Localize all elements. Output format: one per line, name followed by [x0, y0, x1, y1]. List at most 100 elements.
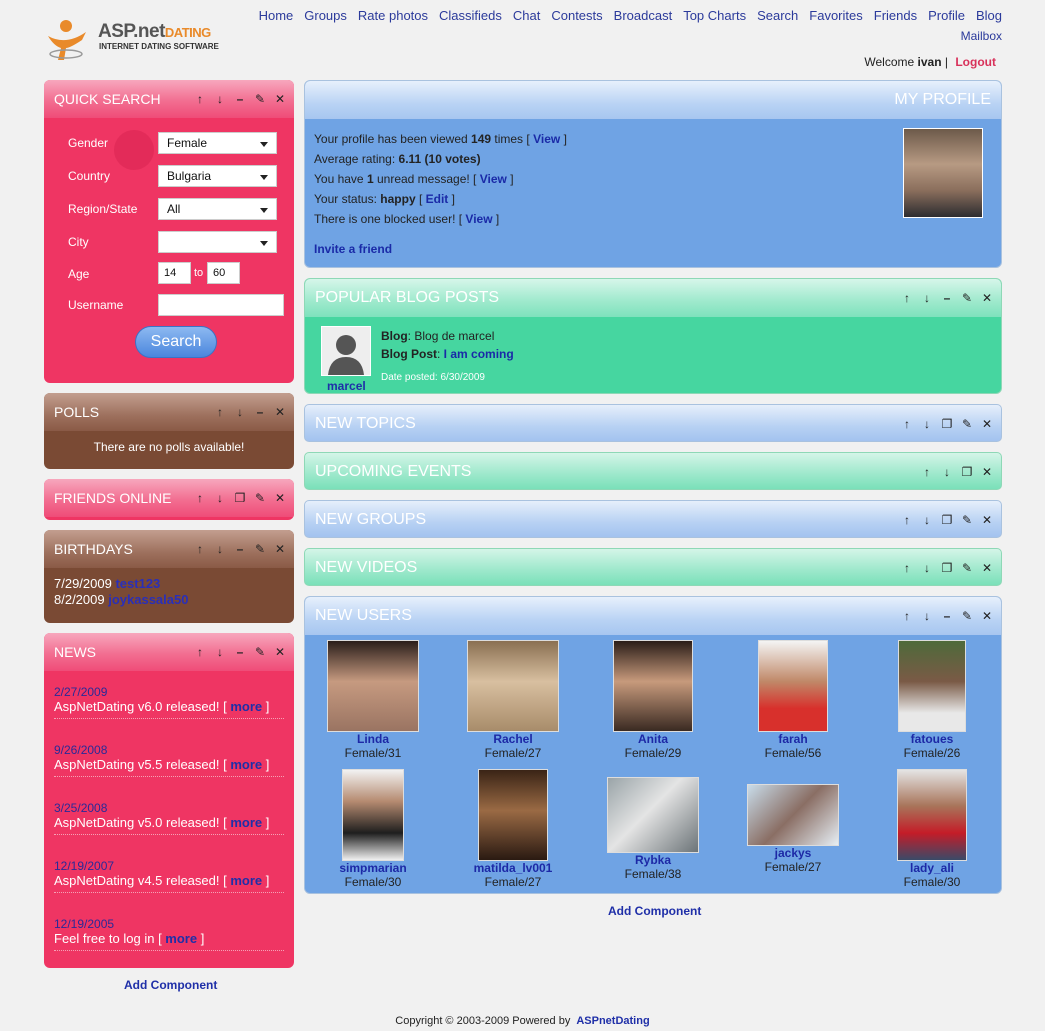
edit-icon[interactable]: ✎ — [252, 91, 268, 107]
move-up-icon[interactable]: ↑ — [919, 464, 935, 480]
close-icon[interactable]: ✕ — [272, 91, 288, 107]
nav-chat[interactable]: Chat — [513, 8, 540, 23]
user-name[interactable]: jackys — [733, 846, 853, 860]
user-name[interactable]: Rybka — [593, 853, 713, 867]
nav-groups[interactable]: Groups — [304, 8, 347, 23]
close-icon[interactable]: ✕ — [272, 490, 288, 506]
nav-contests[interactable]: Contests — [551, 8, 602, 23]
nav-favorites[interactable]: Favorites — [809, 8, 862, 23]
region-select[interactable]: All — [158, 198, 277, 220]
age-from-input[interactable]: 14 — [158, 262, 191, 284]
close-icon[interactable]: ✕ — [979, 464, 995, 480]
move-up-icon[interactable]: ↑ — [899, 560, 915, 576]
news-more-link[interactable]: more — [230, 757, 262, 772]
user-photo[interactable] — [758, 640, 828, 732]
user-card[interactable]: Rachel Female/27 — [453, 640, 573, 760]
username-input[interactable] — [158, 294, 284, 316]
nav-broadcast[interactable]: Broadcast — [614, 8, 673, 23]
close-icon[interactable]: ✕ — [272, 541, 288, 557]
blog-author-link[interactable]: marcel — [327, 379, 366, 393]
user-photo[interactable] — [607, 777, 699, 853]
nav-classifieds[interactable]: Classifieds — [439, 8, 502, 23]
restore-icon[interactable]: ❐ — [939, 512, 955, 528]
nav-rate-photos[interactable]: Rate photos — [358, 8, 428, 23]
user-photo[interactable] — [478, 769, 548, 861]
user-photo[interactable] — [747, 784, 839, 846]
age-to-input[interactable]: 60 — [207, 262, 240, 284]
news-more-link[interactable]: more — [230, 815, 262, 830]
blocked-view-link[interactable]: View — [465, 212, 492, 226]
edit-icon[interactable]: ✎ — [252, 490, 268, 506]
close-icon[interactable]: ✕ — [979, 608, 995, 624]
nav-search[interactable]: Search — [757, 8, 798, 23]
minimize-icon[interactable]: – — [939, 290, 955, 306]
user-name[interactable]: Rachel — [453, 732, 573, 746]
nav-mailbox[interactable]: Mailbox — [961, 29, 1002, 43]
user-card[interactable]: jackys Female/27 — [733, 784, 853, 874]
profile-photo[interactable] — [903, 128, 983, 218]
edit-icon[interactable]: ✎ — [959, 512, 975, 528]
search-button[interactable]: Search — [135, 326, 217, 358]
news-more-link[interactable]: more — [230, 699, 262, 714]
news-more-link[interactable]: more — [165, 931, 197, 946]
close-icon[interactable]: ✕ — [979, 560, 995, 576]
user-photo[interactable] — [327, 640, 419, 732]
user-photo[interactable] — [342, 769, 404, 861]
minimize-icon[interactable]: – — [232, 541, 248, 557]
invite-friend-link[interactable]: Invite a friend — [314, 242, 392, 256]
move-down-icon[interactable]: ↓ — [939, 464, 955, 480]
edit-icon[interactable]: ✎ — [252, 541, 268, 557]
blog-author-avatar[interactable] — [321, 326, 371, 376]
user-card[interactable]: lady_ali Female/30 — [872, 769, 992, 889]
user-photo[interactable] — [467, 640, 559, 732]
minimize-icon[interactable]: – — [252, 404, 268, 420]
user-photo[interactable] — [897, 769, 967, 861]
move-up-icon[interactable]: ↑ — [899, 512, 915, 528]
move-up-icon[interactable]: ↑ — [899, 608, 915, 624]
move-down-icon[interactable]: ↓ — [919, 608, 935, 624]
close-icon[interactable]: ✕ — [979, 416, 995, 432]
city-select[interactable] — [158, 231, 277, 253]
user-name[interactable]: Linda — [313, 732, 433, 746]
move-up-icon[interactable]: ↑ — [192, 91, 208, 107]
nav-blog[interactable]: Blog — [976, 8, 1002, 23]
user-name[interactable]: fatoues — [872, 732, 992, 746]
edit-icon[interactable]: ✎ — [959, 608, 975, 624]
nav-friends[interactable]: Friends — [874, 8, 917, 23]
user-card[interactable]: Anita Female/29 — [593, 640, 713, 760]
site-logo[interactable]: ASP.netDATING INTERNET DATING SOFTWARE — [44, 18, 219, 62]
minimize-icon[interactable]: – — [232, 644, 248, 660]
minimize-icon[interactable]: – — [232, 91, 248, 107]
birthday-user-link[interactable]: joykassala50 — [108, 592, 188, 607]
restore-icon[interactable]: ❐ — [232, 490, 248, 506]
footer-aspnetdating-link[interactable]: ASPnetDating — [576, 1015, 649, 1027]
move-down-icon[interactable]: ↓ — [212, 490, 228, 506]
edit-icon[interactable]: ✎ — [959, 290, 975, 306]
user-card[interactable]: fatoues Female/26 — [872, 640, 992, 760]
birthday-user-link[interactable]: test123 — [115, 576, 160, 591]
edit-icon[interactable]: ✎ — [252, 644, 268, 660]
move-down-icon[interactable]: ↓ — [232, 404, 248, 420]
user-name[interactable]: simpmarian — [313, 861, 433, 875]
user-photo[interactable] — [898, 640, 966, 732]
user-card[interactable]: matilda_lv001 Female/27 — [453, 769, 573, 889]
status-edit-link[interactable]: Edit — [426, 192, 449, 206]
move-down-icon[interactable]: ↓ — [212, 644, 228, 660]
move-up-icon[interactable]: ↑ — [212, 404, 228, 420]
user-photo[interactable] — [613, 640, 693, 732]
messages-view-link[interactable]: View — [480, 172, 507, 186]
restore-icon[interactable]: ❐ — [939, 416, 955, 432]
nav-profile[interactable]: Profile — [928, 8, 965, 23]
blog-post-link[interactable]: I am coming — [444, 347, 514, 361]
restore-icon[interactable]: ❐ — [959, 464, 975, 480]
move-up-icon[interactable]: ↑ — [899, 290, 915, 306]
user-name[interactable]: Anita — [593, 732, 713, 746]
user-card[interactable]: Linda Female/31 — [313, 640, 433, 760]
close-icon[interactable]: ✕ — [272, 644, 288, 660]
user-card[interactable]: Rybka Female/38 — [593, 777, 713, 881]
close-icon[interactable]: ✕ — [979, 512, 995, 528]
logout-link[interactable]: Logout — [955, 55, 996, 69]
user-card[interactable]: simpmarian Female/30 — [313, 769, 433, 889]
move-up-icon[interactable]: ↑ — [899, 416, 915, 432]
move-down-icon[interactable]: ↓ — [212, 541, 228, 557]
